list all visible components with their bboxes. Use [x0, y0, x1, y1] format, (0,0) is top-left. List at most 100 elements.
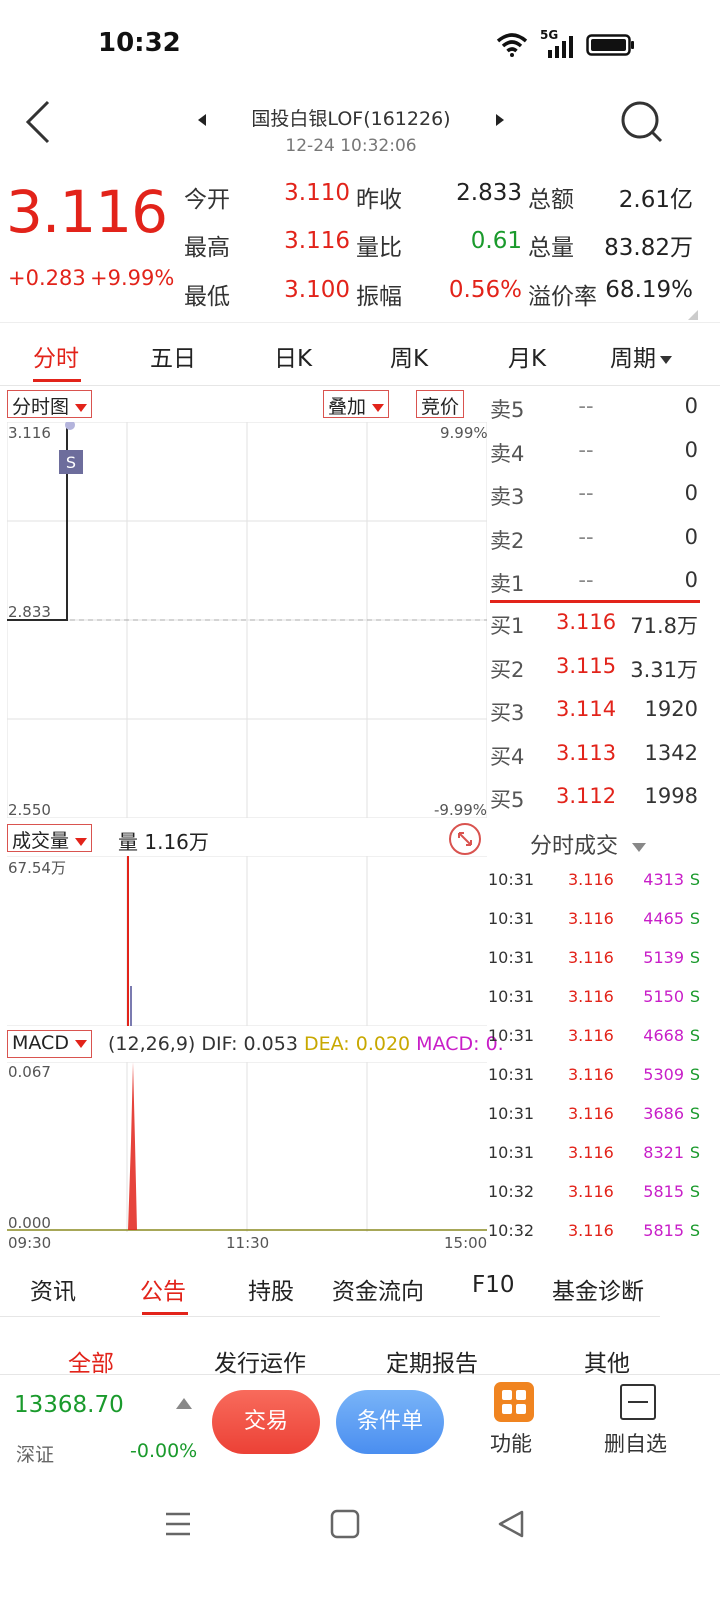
subtab-other[interactable]: 其他	[584, 1344, 630, 1378]
quote-field-value: 0.61	[470, 228, 522, 254]
order-level-label: 买1	[490, 614, 525, 638]
current-price: 3.116	[6, 178, 168, 246]
ticks-header[interactable]: 分时成交	[530, 828, 647, 860]
status-time: 10:32	[98, 28, 181, 58]
ask-row[interactable]: 卖5 -- 0	[488, 390, 700, 422]
y-axis-bottom-label: 2.550	[8, 801, 51, 819]
tick-time: 10:31	[488, 948, 535, 967]
tab-five-day[interactable]: 五日	[150, 339, 196, 373]
fund-title: 国投白银LOF(161226)	[251, 108, 451, 130]
macd-dif: DIF: 0.053	[201, 1033, 298, 1055]
order-price: 3.114	[556, 697, 617, 721]
quote-field-label: 溢价率	[528, 284, 597, 310]
quote-field-value: 3.100	[284, 277, 350, 303]
y-axis-mid-label: 2.833	[8, 603, 51, 621]
order-price: --	[578, 568, 594, 592]
tab-daily-k[interactable]: 日K	[274, 339, 312, 373]
quote-field-value: 0.56%	[448, 277, 522, 303]
order-price: 3.112	[556, 784, 617, 808]
tick-price: 3.116	[568, 1221, 614, 1240]
subtab-all[interactable]: 全部	[68, 1344, 114, 1378]
search-icon[interactable]	[616, 96, 668, 148]
auction-button[interactable]: 竞价	[416, 390, 465, 418]
pct-axis-top-label: 9.99%	[440, 424, 488, 442]
tab-news[interactable]: 资讯	[30, 1272, 76, 1306]
macd-params: (12,26,9)	[108, 1033, 196, 1055]
tick-volume: 4668	[643, 1026, 684, 1045]
trade-button[interactable]: 交易	[212, 1390, 320, 1454]
remove-favorite-icon[interactable]	[620, 1384, 656, 1420]
volume-chart[interactable]	[7, 856, 487, 1026]
tick-row: 10:31 3.116 4313 S	[488, 866, 700, 896]
tick-row: 10:31 3.116 5150 S	[488, 983, 700, 1013]
back-nav-icon[interactable]	[496, 1508, 526, 1540]
ask-row[interactable]: 卖4 -- 0	[488, 434, 700, 466]
subtab-periodic-report[interactable]: 定期报告	[386, 1344, 478, 1378]
auction-label: 竞价	[421, 396, 460, 418]
condition-order-button[interactable]: 条件单	[336, 1390, 444, 1454]
expand-corner-icon[interactable]	[688, 310, 698, 320]
order-price: --	[578, 524, 594, 549]
order-volume: 0	[684, 568, 698, 592]
tab-weekly-k[interactable]: 周K	[390, 339, 428, 373]
order-volume: 0	[684, 394, 698, 418]
chevron-down-icon	[75, 403, 88, 412]
order-level-label: 卖1	[490, 572, 525, 596]
tab-period-dropdown[interactable]: 周期	[610, 339, 672, 373]
index-value[interactable]: 13368.70	[14, 1392, 124, 1418]
bid-row[interactable]: 买4 3.113 1342	[488, 737, 700, 769]
order-level-label: 卖4	[490, 441, 525, 466]
tick-volume: 4313	[643, 870, 684, 889]
quote-field-label: 总量	[528, 235, 574, 261]
next-fund-icon[interactable]	[490, 110, 510, 130]
order-level-label: 卖2	[490, 528, 525, 553]
tick-price: 3.116	[568, 987, 614, 1006]
tick-side: S	[689, 1221, 700, 1240]
fullscreen-icon[interactable]	[448, 822, 482, 856]
macd-chart[interactable]	[7, 1062, 487, 1232]
tick-side: S	[689, 1104, 700, 1123]
signal-badge-label: S	[66, 453, 76, 472]
subtab-issuance[interactable]: 发行运作	[214, 1344, 306, 1378]
tab-monthly-k[interactable]: 月K	[508, 339, 546, 373]
bid-row[interactable]: 买3 3.114 1920	[488, 693, 700, 725]
tab-intraday[interactable]: 分时	[33, 339, 79, 373]
tab-fund-diagnosis[interactable]: 基金诊断	[552, 1272, 644, 1306]
expand-up-icon[interactable]	[176, 1398, 192, 1409]
bid-row[interactable]: 买2 3.115 3.31万	[488, 650, 700, 682]
price-chart[interactable]: S	[7, 422, 487, 818]
ask-row[interactable]: 卖1 -- 0	[488, 564, 700, 596]
ask-row[interactable]: 卖2 -- 0	[488, 521, 700, 553]
overlay-selector[interactable]: 叠加	[323, 390, 390, 418]
tick-side: S	[689, 870, 700, 889]
back-button[interactable]	[20, 98, 60, 146]
chevron-down-icon	[632, 842, 647, 852]
chevron-down-icon	[660, 355, 672, 364]
quote-field-value: 68.19%	[605, 277, 693, 303]
tab-fund-flow[interactable]: 资金流向	[332, 1272, 424, 1306]
quote-field-label: 最低	[184, 284, 230, 310]
menu-icon[interactable]	[162, 1508, 194, 1540]
quote-field-label: 总额	[528, 187, 574, 213]
tab-announcements[interactable]: 公告	[140, 1272, 186, 1306]
volume-indicator-selector[interactable]: 成交量	[7, 824, 93, 852]
index-name: 深证	[16, 1444, 55, 1466]
order-price: 3.115	[556, 653, 617, 678]
order-volume: 0	[684, 481, 698, 505]
remove-favorite-label[interactable]: 删自选	[604, 1428, 667, 1458]
macd-indicator-selector[interactable]: MACD	[7, 1030, 92, 1058]
bid-row[interactable]: 买5 3.112 1998	[488, 780, 700, 812]
chart-type-selector[interactable]: 分时图	[7, 390, 93, 418]
home-icon[interactable]	[330, 1508, 360, 1540]
macd-indicator-label: MACD	[12, 1032, 69, 1054]
ask-row[interactable]: 卖3 -- 0	[488, 477, 700, 509]
bid-row[interactable]: 买1 3.116 71.8万	[488, 606, 700, 638]
function-grid-icon[interactable]	[494, 1382, 534, 1422]
macd-histogram	[128, 1062, 137, 1230]
function-label[interactable]: 功能	[490, 1428, 532, 1458]
tab-f10[interactable]: F10	[472, 1272, 515, 1298]
divider	[0, 1316, 660, 1317]
tick-row: 10:31 3.116 5309 S	[488, 1061, 700, 1091]
previous-fund-icon[interactable]	[192, 110, 212, 130]
tab-holdings[interactable]: 持股	[248, 1272, 294, 1306]
